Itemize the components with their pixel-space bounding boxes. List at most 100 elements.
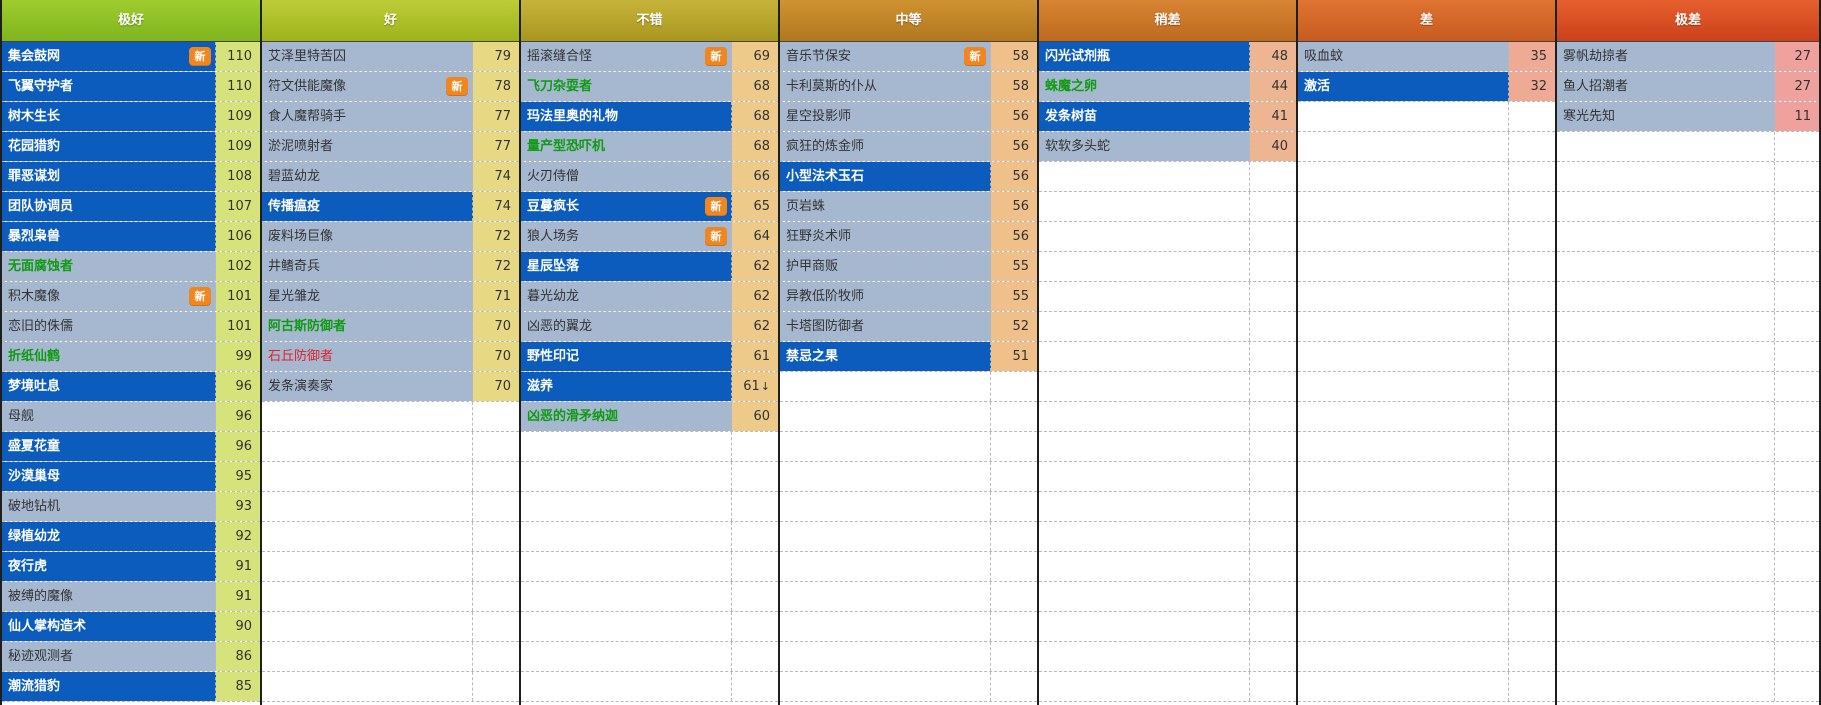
card-row[interactable]: 小型法术玉石 56 [780, 162, 1037, 192]
card-row[interactable]: 井鳍奇兵 72 [262, 252, 519, 282]
card-score [473, 462, 519, 491]
card-row[interactable]: 凶恶的翼龙 62 [521, 312, 778, 342]
card-row[interactable]: 碧蓝幼龙 74 [262, 162, 519, 192]
card-row[interactable]: 盛夏花童 96 [2, 432, 260, 462]
tier-card-list: 摇滚缝合怪新 69 飞刀杂耍者 68 玛法里奥的礼物 68 量产型恐吓机 68 火刃侍僧 66 豆蔓… [521, 42, 778, 702]
card-row[interactable]: 秘迹观测者 86 [2, 642, 260, 672]
card-row[interactable]: 狂野炎术师 56 [780, 222, 1037, 252]
card-row[interactable]: 野性印记 61 [521, 342, 778, 372]
card-row[interactable]: 雾帆劫掠者 27 [1557, 42, 1819, 72]
card-row[interactable]: 蛛魔之卵 44 [1039, 72, 1296, 102]
card-row[interactable]: 潮流猎豹 85 [2, 672, 260, 702]
card-row[interactable]: 护甲商贩 55 [780, 252, 1037, 282]
card-score [732, 642, 778, 671]
card-row[interactable]: 寒光先知 11 [1557, 102, 1819, 132]
card-row[interactable]: 发条演奏家 70 [262, 372, 519, 402]
card-row[interactable]: 母舰 96 [2, 402, 260, 432]
card-row[interactable]: 发条树苗 41 [1039, 102, 1296, 132]
card-name [521, 612, 732, 641]
card-row[interactable]: 绿植幼龙 92 [2, 522, 260, 552]
card-name [1557, 432, 1775, 461]
card-name [262, 612, 473, 641]
card-row[interactable]: 积木魔像 新 101 [2, 282, 260, 312]
card-row[interactable]: 暴烈枭兽 106 [2, 222, 260, 252]
card-score-value: 56 [1012, 109, 1029, 124]
card-row[interactable]: 星光雏龙 71 [262, 282, 519, 312]
card-row[interactable]: 凶恶的滑矛纳迦 60 [521, 402, 778, 432]
card-row[interactable]: 破地钻机 93 [2, 492, 260, 522]
card-row[interactable]: 集会鼓网 新 110 [2, 42, 260, 72]
card-name [521, 462, 732, 491]
card-row[interactable]: 豆蔓疯长 新 65 [521, 192, 778, 222]
card-row[interactable]: 传播瘟疫 74 [262, 192, 519, 222]
card-row[interactable]: 仙人掌构造术 90 [2, 612, 260, 642]
card-row[interactable]: 飞翼守护者 110 [2, 72, 260, 102]
card-row[interactable]: 音乐节保安 新 58 [780, 42, 1037, 72]
card-name: 暮光幼龙 [521, 282, 732, 311]
empty-row [1557, 462, 1819, 492]
tier-header: 不错 [521, 0, 778, 42]
card-row[interactable]: 被缚的魔像 91 [2, 582, 260, 612]
card-name-text: 碧蓝幼龙 [268, 169, 321, 184]
card-row[interactable]: 飞刀杂耍者 68 [521, 72, 778, 102]
card-row[interactable]: 疯狂的炼金师 56 [780, 132, 1037, 162]
card-row[interactable]: 星辰坠落 62 [521, 252, 778, 282]
tier-header: 极好 [2, 0, 260, 42]
card-row[interactable]: 团队协调员 107 [2, 192, 260, 222]
card-row[interactable]: 星空投影师 56 [780, 102, 1037, 132]
card-row[interactable]: 淤泥喷射者 77 [262, 132, 519, 162]
card-row[interactable]: 页岩蛛 56 [780, 192, 1037, 222]
card-row[interactable]: 禁忌之果 51 [780, 342, 1037, 372]
card-row[interactable]: 火刃侍僧 66 [521, 162, 778, 192]
card-name-text: 传播瘟疫 [268, 199, 321, 214]
card-row[interactable]: 阿古斯防御者 70 [262, 312, 519, 342]
card-row[interactable]: 罪恶谋划 108 [2, 162, 260, 192]
card-row[interactable]: 摇滚缝合怪 新 69 [521, 42, 778, 72]
card-row[interactable]: 滋养 61↓ [521, 372, 778, 402]
empty-row [1557, 282, 1819, 312]
card-score-value: 74 [494, 199, 511, 214]
card-score [1509, 462, 1555, 491]
card-row[interactable]: 狼人场务 新 64 [521, 222, 778, 252]
card-score-value: 86 [235, 649, 252, 664]
card-row[interactable]: 卡塔图防御者 52 [780, 312, 1037, 342]
card-row[interactable]: 暮光幼龙 62 [521, 282, 778, 312]
card-row[interactable]: 食人魔帮骑手 77 [262, 102, 519, 132]
card-score-value: 74 [494, 169, 511, 184]
card-row[interactable]: 玛法里奥的礼物 68 [521, 102, 778, 132]
card-score: 60 [732, 402, 778, 431]
card-row[interactable]: 异教低阶牧师 55 [780, 282, 1037, 312]
card-score-value: 70 [494, 319, 511, 334]
card-name-text: 卡利莫斯的仆从 [786, 79, 878, 94]
card-row[interactable]: 恋旧的侏儒 101 [2, 312, 260, 342]
card-row[interactable]: 激活 32 [1298, 72, 1555, 102]
card-score [1509, 252, 1555, 281]
card-row[interactable]: 废料场巨像 72 [262, 222, 519, 252]
card-row[interactable]: 艾泽里特苦囚 79 [262, 42, 519, 72]
card-score: 68 [732, 132, 778, 161]
card-name: 音乐节保安 新 [780, 42, 991, 71]
card-row[interactable]: 折纸仙鹤 99 [2, 342, 260, 372]
card-row[interactable]: 石丘防御者 70 [262, 342, 519, 372]
card-row[interactable]: 花园猎豹 109 [2, 132, 260, 162]
card-name: 小型法术玉石 [780, 162, 991, 191]
card-name: 树木生长 [2, 102, 216, 131]
card-score [991, 672, 1037, 701]
card-row[interactable]: 吸血蚊 35 [1298, 42, 1555, 72]
card-row[interactable]: 量产型恐吓机 68 [521, 132, 778, 162]
card-row[interactable]: 夜行虎 91 [2, 552, 260, 582]
card-row[interactable]: 树木生长 109 [2, 102, 260, 132]
card-row[interactable]: 无面腐蚀者 102 [2, 252, 260, 282]
card-row[interactable]: 鱼人招潮者 27 [1557, 72, 1819, 102]
card-name [1298, 222, 1509, 251]
card-row[interactable]: 软软多头蛇 40 [1039, 132, 1296, 162]
card-name: 凶恶的滑矛纳迦 [521, 402, 732, 431]
card-row[interactable]: 卡利莫斯的仆从 58 [780, 72, 1037, 102]
card-row[interactable]: 梦境吐息 96 [2, 372, 260, 402]
card-score [1509, 162, 1555, 191]
card-row[interactable]: 符文供能魔像 新 78 [262, 72, 519, 102]
card-name: 无面腐蚀者 [2, 252, 216, 281]
card-row[interactable]: 闪光试剂瓶 48 [1039, 42, 1296, 72]
card-row[interactable]: 沙漠巢母 95 [2, 462, 260, 492]
empty-row [1039, 642, 1296, 672]
